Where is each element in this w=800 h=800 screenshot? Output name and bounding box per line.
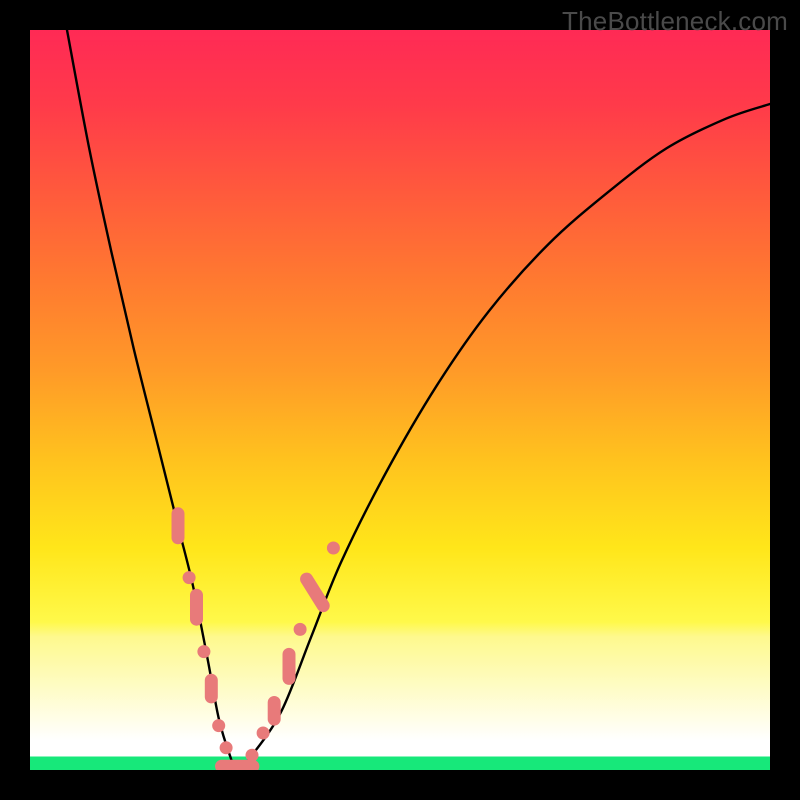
- curve-layer: [67, 30, 770, 770]
- curve-marker: [172, 507, 185, 544]
- curve-marker: [257, 727, 270, 740]
- curve-marker: [220, 741, 233, 754]
- curve-marker: [197, 645, 210, 658]
- curve-marker: [212, 719, 225, 732]
- chart-frame: [30, 30, 770, 770]
- curve-marker: [283, 648, 296, 685]
- bottleneck-curve-svg: [30, 30, 770, 770]
- bottleneck-curve: [67, 30, 770, 770]
- curve-marker: [190, 589, 203, 626]
- curve-marker: [183, 571, 196, 584]
- marker-layer: [172, 507, 340, 770]
- curve-marker: [268, 696, 281, 726]
- curve-marker: [327, 542, 340, 555]
- curve-marker: [298, 570, 333, 615]
- curve-marker: [205, 674, 218, 704]
- curve-marker: [294, 623, 307, 636]
- curve-marker: [246, 749, 259, 762]
